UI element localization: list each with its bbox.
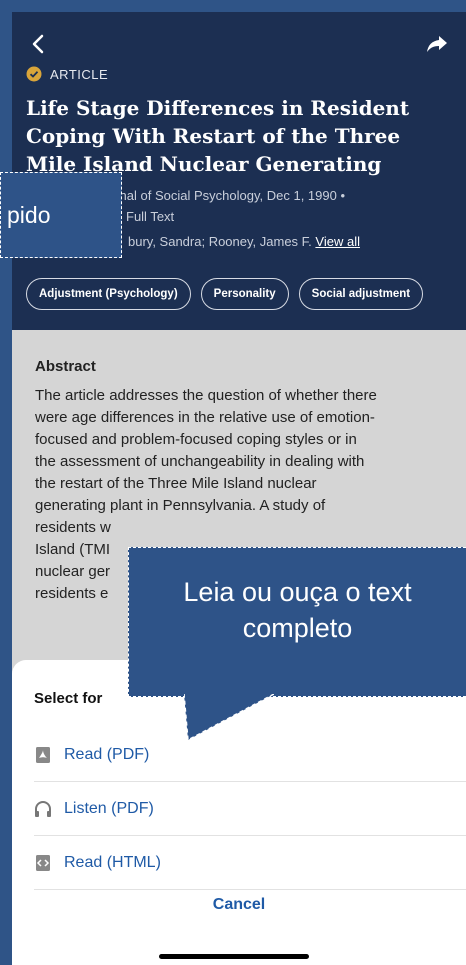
- abstract-line: residents w: [35, 519, 111, 536]
- abstract-line: The article addresses the question of wh…: [35, 387, 377, 404]
- tutorial-callout-main: Leia ou ouça o text completo: [128, 547, 466, 697]
- abstract-line: were age differences in the relative use…: [35, 409, 375, 426]
- option-label: Read (HTML): [64, 853, 161, 871]
- source-line: urnal of Social Psychology, Dec 1, 1990 …: [108, 188, 345, 203]
- home-indicator: [159, 954, 309, 959]
- abstract-line: generating plant in Pennsylvania. A stud…: [35, 497, 326, 514]
- authors-line: bury, Sandra; Rooney, James F. View all: [128, 234, 360, 249]
- cancel-button[interactable]: Cancel: [12, 896, 466, 914]
- option-label: Listen (PDF): [64, 799, 154, 817]
- subject-chip[interactable]: Personality: [200, 278, 289, 310]
- authors-text: bury, Sandra; Rooney, James F.: [128, 234, 312, 249]
- sheet-title: Select for: [34, 690, 103, 707]
- content-type-label: ARTICLE: [50, 66, 109, 82]
- headphones-icon: [35, 800, 51, 817]
- listen-pdf-option[interactable]: Listen (PDF): [34, 782, 466, 836]
- callout-pointer: [184, 694, 274, 742]
- callout-text: Leia ou ouça o text completo: [183, 577, 412, 643]
- tutorial-callout-left: pido: [0, 172, 122, 258]
- back-arrow-icon[interactable]: [26, 30, 50, 58]
- subject-chip[interactable]: Social adjustment: [298, 278, 424, 310]
- full-text-line: Full Text: [126, 209, 175, 224]
- subject-chip[interactable]: Adjustment (Psychology): [26, 278, 191, 310]
- view-all-link[interactable]: View all: [315, 234, 360, 249]
- share-icon[interactable]: [426, 34, 448, 54]
- verified-badge-icon: [26, 66, 42, 82]
- subject-chips: Adjustment (Psychology) Personality Soci…: [26, 278, 424, 310]
- html-icon: [36, 854, 50, 871]
- content-type-row: ARTICLE: [26, 66, 108, 82]
- abstract-line: the assessment of unchangeability in dea…: [35, 453, 365, 470]
- callout-text: pido: [7, 201, 51, 228]
- abstract-heading: Abstract: [35, 358, 96, 375]
- app-screen: ARTICLE Life Stage Differences in Reside…: [12, 12, 466, 965]
- abstract-line: the restart of the Three Mile Island nuc…: [35, 475, 317, 492]
- pdf-icon: [36, 746, 50, 763]
- option-label: Read (PDF): [64, 745, 150, 763]
- abstract-line: focused and problem-focused coping style…: [35, 431, 357, 448]
- article-header: ARTICLE Life Stage Differences in Reside…: [12, 12, 466, 330]
- read-html-option[interactable]: Read (HTML): [34, 836, 466, 890]
